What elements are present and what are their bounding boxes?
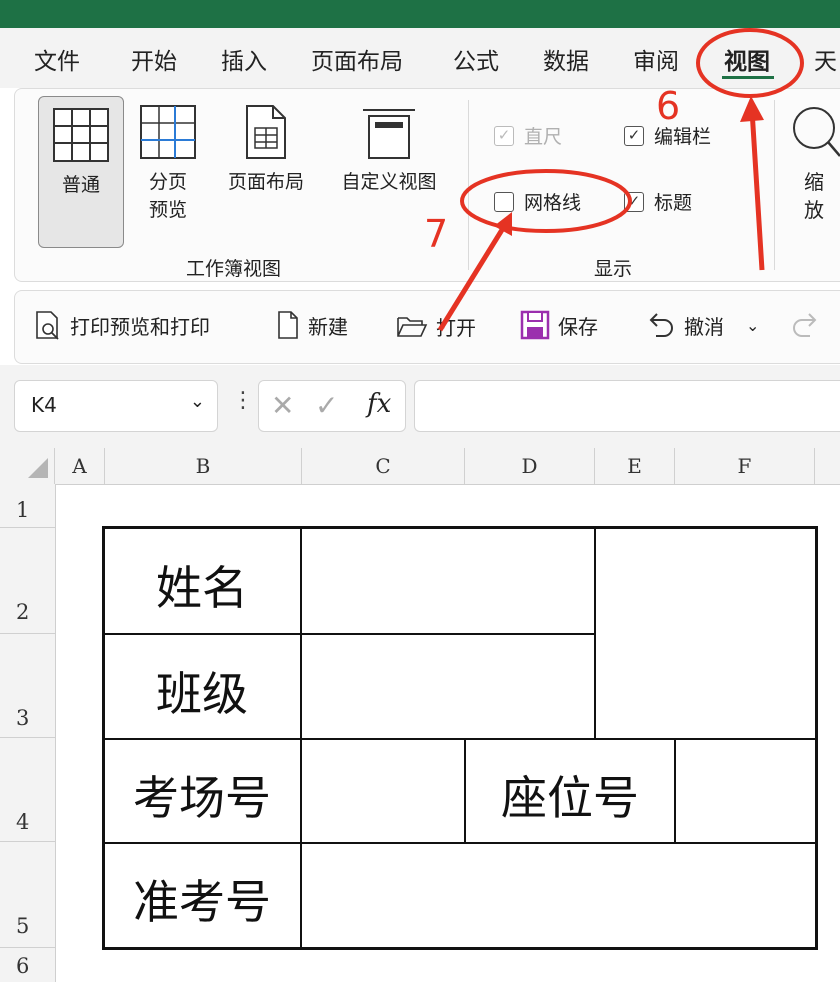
annotation-overlay [437,28,804,332]
annotation-step-6: 6 [656,84,681,128]
gridlines-highlight-circle [460,169,632,233]
annotation-step-7: 7 [424,212,449,256]
view-tab-highlight-circle [696,28,804,98]
annotation-arrow-6 [749,109,765,271]
arrowhead-icon [740,96,764,122]
annotation-arrow-7 [437,223,508,332]
